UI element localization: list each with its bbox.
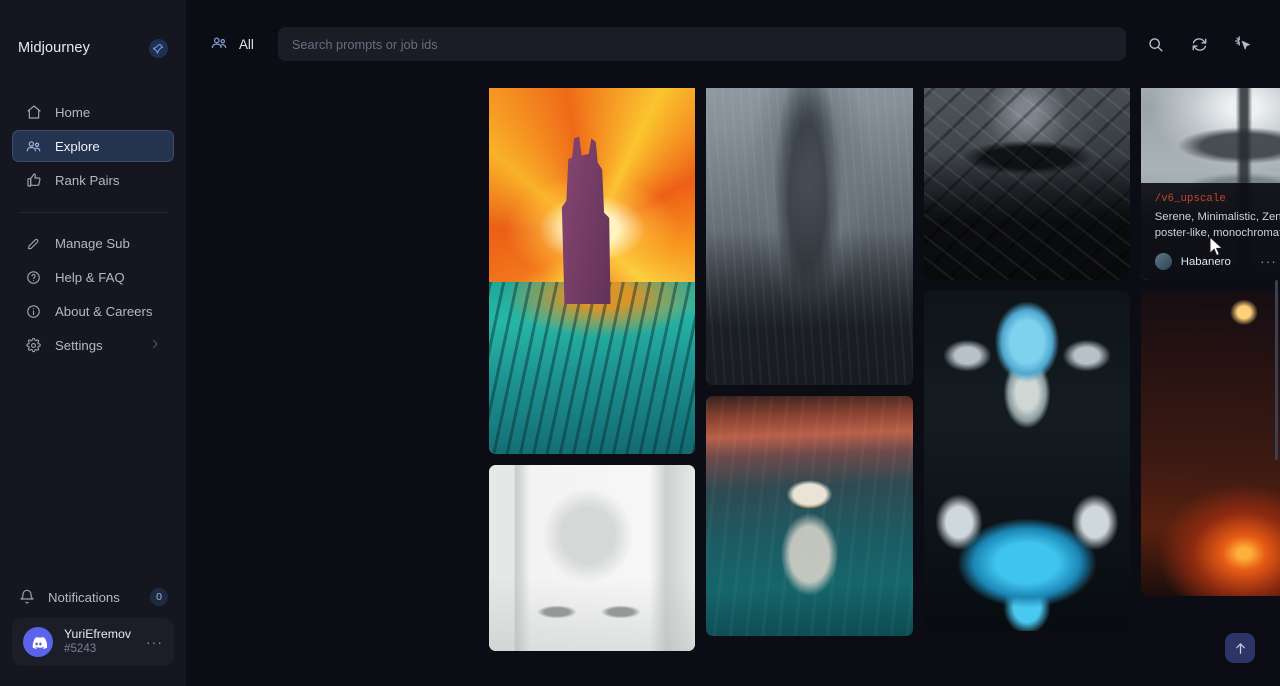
gallery-card-cyborg-portrait[interactable] <box>924 291 1130 631</box>
sidebar: Midjourney Home <box>0 0 186 686</box>
question-icon <box>25 269 42 286</box>
sidebar-item-settings[interactable]: Settings <box>12 329 174 361</box>
job-author-name: Habanero <box>1181 256 1231 268</box>
hover-card-header: /v6_upscale 3 hrs ago <box>1155 193 1280 205</box>
sidebar-item-label: Explore <box>55 139 100 154</box>
bell-icon <box>18 589 35 606</box>
filter-all-button[interactable]: All <box>204 30 260 59</box>
sidebar-item-label: Manage Sub <box>55 236 130 251</box>
gallery-card-underwater-astronaut[interactable] <box>706 396 912 636</box>
sidebar-item-label: Settings <box>55 338 103 353</box>
gallery-card-burning-pyramid[interactable] <box>1141 291 1280 596</box>
app-root: Midjourney Home <box>0 0 1280 686</box>
discord-icon <box>23 627 53 657</box>
sidebar-nav-primary: Home Explore Rank Pair <box>0 96 186 196</box>
artwork-image <box>706 88 912 385</box>
arrow-up-icon <box>1233 641 1248 656</box>
sidebar-spacer <box>0 361 186 588</box>
sidebar-item-label: Home <box>55 105 90 120</box>
notifications-row[interactable]: Notifications 0 <box>18 588 168 606</box>
people-icon <box>25 138 42 155</box>
image-hover-card: /v6_upscale 3 hrs ago Serene, Minimalist… <box>1141 183 1280 280</box>
notifications-label: Notifications <box>48 590 120 605</box>
sidebar-item-label: About & Careers <box>55 304 153 319</box>
user-profile-card[interactable]: YuriEfremov #5243 ··· <box>12 618 174 666</box>
artwork-image <box>924 291 1130 631</box>
brand-title: Midjourney <box>18 40 90 56</box>
gallery-column <box>706 88 912 651</box>
sidebar-item-manage-sub[interactable]: Manage Sub <box>12 227 174 259</box>
sidebar-divider <box>18 212 168 213</box>
scroll-to-top-button[interactable] <box>1225 633 1255 663</box>
job-prompt-text: Serene, Minimalistic, Zen-inspired, post… <box>1155 209 1280 241</box>
sidebar-item-label: Rank Pairs <box>55 173 120 188</box>
artwork-image <box>1141 291 1280 596</box>
hover-card-actions: ··· <box>1260 254 1280 270</box>
profile-text: YuriEfremov #5243 <box>64 627 131 657</box>
people-icon <box>210 34 228 55</box>
vertical-scrollbar[interactable] <box>1275 280 1278 460</box>
sidebar-item-about-careers[interactable]: About & Careers <box>12 295 174 327</box>
sparkle-cursor-icon[interactable] <box>1228 29 1258 59</box>
artwork-image <box>924 88 1130 280</box>
search-icon[interactable] <box>1140 29 1170 59</box>
gallery-column: /v6_upscale 3 hrs ago Serene, Minimalist… <box>1141 88 1280 651</box>
info-icon <box>25 303 42 320</box>
gallery-card-psychedelic-castle[interactable] <box>489 88 695 454</box>
pin-icon[interactable] <box>149 39 168 58</box>
more-options-icon[interactable]: ··· <box>1260 255 1277 268</box>
sidebar-item-label: Help & FAQ <box>55 270 125 285</box>
search-bar[interactable] <box>278 27 1126 61</box>
edit-icon <box>25 235 42 252</box>
sidebar-item-explore[interactable]: Explore <box>12 130 174 162</box>
sidebar-item-rank-pairs[interactable]: Rank Pairs <box>12 164 174 196</box>
refresh-icon[interactable] <box>1184 29 1214 59</box>
avatar <box>1155 253 1172 270</box>
gallery-card-shrouded-figure[interactable] <box>706 88 912 385</box>
gallery-card-zen-floating-island[interactable]: /v6_upscale 3 hrs ago Serene, Minimalist… <box>1141 88 1280 280</box>
profile-tag: #5243 <box>64 642 131 656</box>
profile-menu-icon[interactable]: ··· <box>146 634 163 650</box>
gallery-column <box>924 88 1130 651</box>
chevron-right-icon <box>149 338 161 353</box>
sidebar-nav-secondary: Manage Sub Help & FAQ About & Careers <box>0 227 186 361</box>
filter-all-label: All <box>239 37 254 52</box>
gallery-column <box>489 88 695 651</box>
gallery-scroll-area[interactable]: /v6_upscale 3 hrs ago Serene, Minimalist… <box>186 88 1280 686</box>
hover-card-footer: Habanero ··· <box>1155 253 1280 270</box>
thumb-up-icon <box>25 172 42 189</box>
sidebar-item-home[interactable]: Home <box>12 96 174 128</box>
profile-username: YuriEfremov <box>64 627 131 642</box>
artwork-image <box>489 465 695 651</box>
artwork-image <box>706 396 912 636</box>
gallery-card-white-stone-face[interactable] <box>489 465 695 651</box>
artwork-image <box>489 88 695 454</box>
brand-row: Midjourney <box>0 0 186 96</box>
sidebar-item-help-faq[interactable]: Help & FAQ <box>12 261 174 293</box>
search-input[interactable] <box>292 37 1112 52</box>
gear-icon <box>25 337 42 354</box>
job-command-label: /v6_upscale <box>1155 193 1226 205</box>
notifications-count-badge: 0 <box>150 588 168 606</box>
gallery-card-rock-face-sculpture[interactable] <box>924 88 1130 280</box>
main-content: All <box>186 0 1280 686</box>
topbar: All <box>186 0 1280 88</box>
masonry-grid: /v6_upscale 3 hrs ago Serene, Minimalist… <box>489 88 1280 651</box>
home-icon <box>25 104 42 121</box>
